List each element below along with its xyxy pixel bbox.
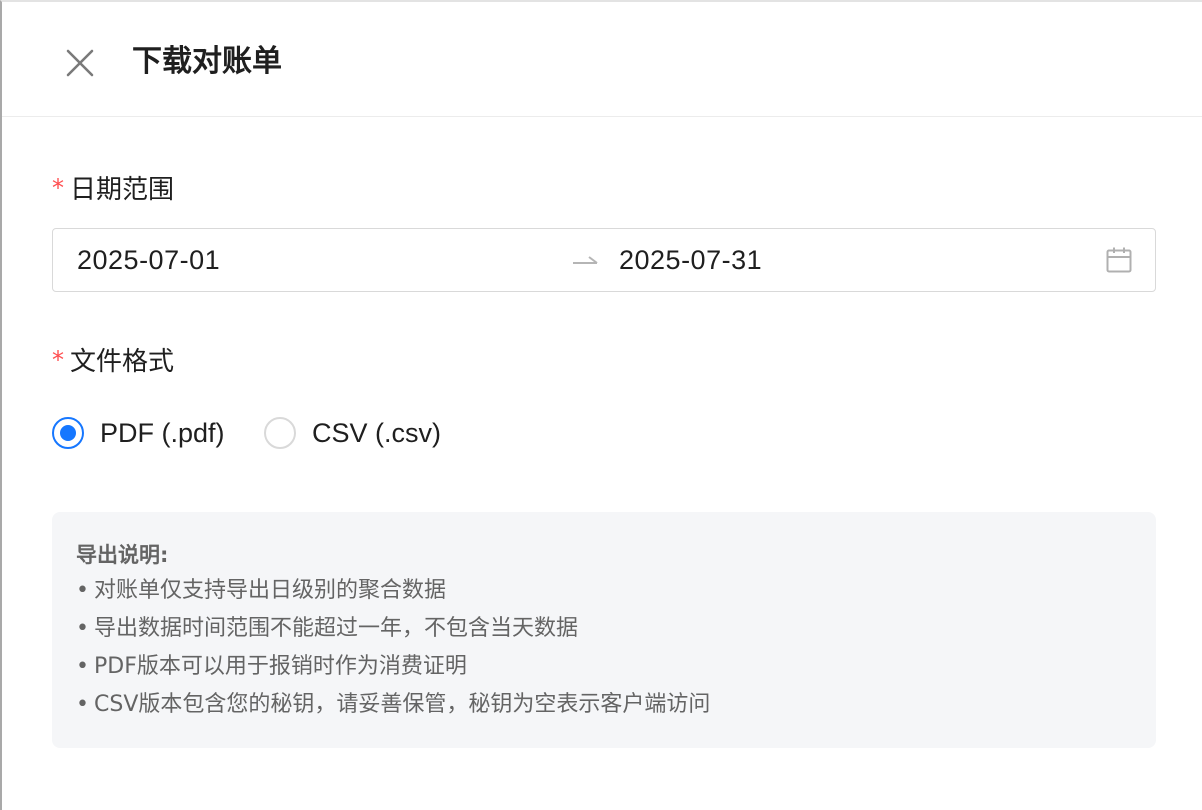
notice-item: • 导出数据时间范围不能超过一年，不包含当天数据 <box>76 610 1132 648</box>
notice-item: • CSV版本包含您的秘钥，请妥善保管，秘钥为空表示客户端访问 <box>76 686 1132 724</box>
bullet-icon: • <box>76 692 89 717</box>
date-range-label-text: 日期范围 <box>70 175 175 205</box>
radio-csv-label: CSV (.csv) <box>312 418 442 448</box>
download-statement-drawer: 下载对账单 * 日期范围 2025-07-01 2025-07-31 * 文件格式 … <box>0 0 1202 810</box>
notice-item-text: 导出数据时间范围不能超过一年，不包含当天数据 <box>94 616 579 641</box>
notice-item: • 对账单仅支持导出日级别的聚合数据 <box>76 572 1132 610</box>
bullet-icon: • <box>76 654 89 679</box>
drawer-title: 下载对账单 <box>132 44 282 79</box>
notice-item-text: 对账单仅支持导出日级别的聚合数据 <box>94 578 447 603</box>
date-range-picker[interactable]: 2025-07-01 2025-07-31 <box>52 228 1156 292</box>
export-notice: 导出说明: • 对账单仅支持导出日级别的聚合数据 • 导出数据时间范围不能超过一年，… <box>52 512 1156 748</box>
arrow-right-icon <box>573 256 598 264</box>
file-format-label-text: 文件格式 <box>70 347 175 377</box>
radio-pdf-label: PDF (.pdf) <box>100 418 225 448</box>
calendar-icon[interactable] <box>1105 246 1133 274</box>
file-format-label: * 文件格式 <box>52 344 174 380</box>
notice-item-text: PDF版本可以用于报销时作为消费证明 <box>94 654 467 679</box>
end-date-input[interactable]: 2025-07-31 <box>619 229 1099 291</box>
notice-title: 导出说明: <box>76 543 169 567</box>
bullet-icon: • <box>76 616 89 641</box>
required-mark: * <box>52 174 64 202</box>
notice-item: • PDF版本可以用于报销时作为消费证明 <box>76 648 1132 686</box>
date-range-label: * 日期范围 <box>52 172 174 208</box>
radio-checked-icon[interactable] <box>52 417 84 449</box>
start-date-input[interactable]: 2025-07-01 <box>77 229 557 291</box>
required-mark: * <box>52 346 64 374</box>
notice-list: • 对账单仅支持导出日级别的聚合数据 • 导出数据时间范围不能超过一年，不包含当天数… <box>76 572 1132 724</box>
radio-csv[interactable]: CSV (.csv) <box>264 412 464 456</box>
close-icon <box>66 49 94 77</box>
radio-pdf[interactable]: PDF (.pdf) <box>52 412 242 456</box>
radio-unchecked-icon[interactable] <box>264 417 296 449</box>
bullet-icon: • <box>76 578 89 603</box>
close-button[interactable] <box>62 46 98 82</box>
notice-item-text: CSV版本包含您的秘钥，请妥善保管，秘钥为空表示客户端访问 <box>94 692 711 717</box>
drawer-header: 下载对账单 <box>2 2 1202 117</box>
